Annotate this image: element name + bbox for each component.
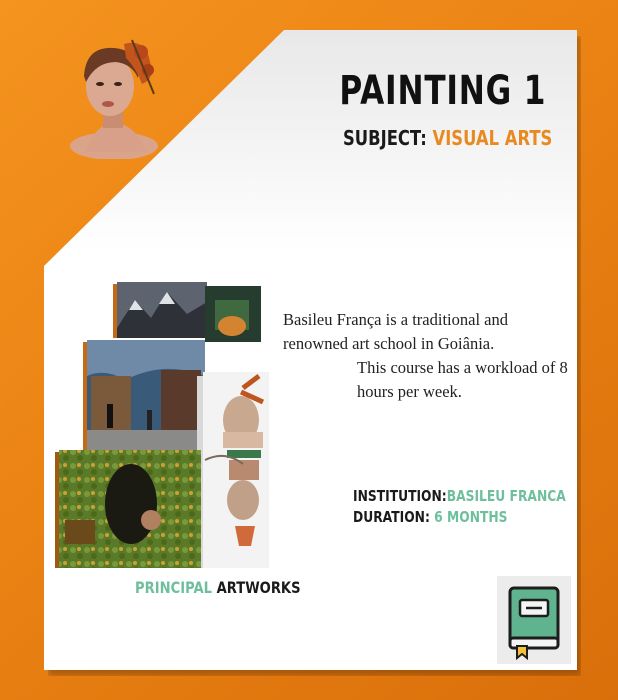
- subject-label: SUBJECT:: [342, 126, 427, 150]
- painting-street-storm: [83, 340, 205, 450]
- painting-surreal-face: [197, 372, 269, 568]
- duration-label: DURATION:: [353, 508, 430, 526]
- duration-value: 6 MONTHS: [434, 508, 508, 526]
- caption-highlight: PRINCIPAL: [135, 578, 213, 597]
- institution-label: INSTITUTION:: [353, 487, 447, 505]
- book-icon-box: [497, 576, 571, 664]
- artwork-collage: [55, 282, 269, 568]
- painting-figure-green: [205, 286, 261, 342]
- institution-value: BASILEU FRANCA: [446, 487, 566, 505]
- subject-line: SUBJECT: VISUAL ARTS: [343, 126, 552, 150]
- description-line-2: This course has a workload of 8 hours pe…: [357, 358, 568, 401]
- painting-forest: [55, 450, 201, 568]
- subject-value: VISUAL ARTS: [432, 126, 552, 150]
- artworks-caption: PRINCIPAL ARTWORKS: [135, 578, 301, 597]
- book-icon: [508, 586, 560, 661]
- institution-row: INSTITUTION:BASILEU FRANCA: [353, 486, 566, 507]
- description-line-1: Basileu França is a traditional and reno…: [283, 310, 508, 353]
- avatar: [70, 39, 158, 159]
- course-details: INSTITUTION:BASILEU FRANCA DURATION: 6 M…: [353, 486, 566, 528]
- duration-row: DURATION: 6 MONTHS: [353, 507, 566, 528]
- page-title: PAINTING 1: [339, 68, 546, 114]
- course-description: Basileu França is a traditional and reno…: [283, 308, 573, 404]
- caption-rest: ARTWORKS: [216, 578, 301, 597]
- painting-mountains: [113, 282, 207, 338]
